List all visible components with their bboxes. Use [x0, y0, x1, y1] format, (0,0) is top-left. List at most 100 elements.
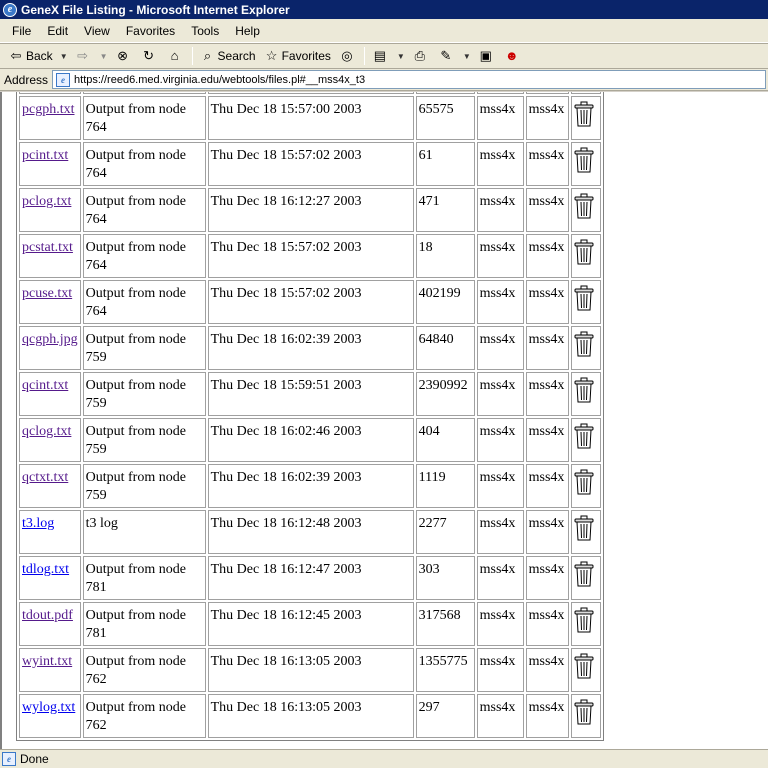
file-group: mss4x — [525, 234, 569, 278]
file-link[interactable]: pcuse.txt — [22, 286, 72, 301]
file-group: mss4x — [525, 464, 569, 508]
menu-edit[interactable]: Edit — [39, 22, 76, 40]
trash-icon[interactable] — [574, 239, 594, 265]
trash-icon[interactable] — [574, 699, 594, 725]
back-button[interactable]: ⇦ Back — [4, 45, 57, 67]
file-owner: mss4x — [476, 648, 524, 692]
menu-tools[interactable]: Tools — [183, 22, 227, 40]
delete-cell — [570, 602, 601, 646]
trash-icon[interactable] — [574, 193, 594, 219]
file-link[interactable]: t3.log — [22, 516, 54, 531]
table-row: 763 — [19, 92, 601, 94]
delete-cell — [570, 188, 601, 232]
trash-icon[interactable] — [574, 607, 594, 633]
back-dropdown-icon[interactable]: ▼ — [60, 52, 68, 61]
trash-icon[interactable] — [574, 331, 594, 357]
menu-favorites[interactable]: Favorites — [118, 22, 183, 40]
file-name-cell: pclog.txt — [19, 188, 81, 232]
file-link[interactable]: wyint.txt — [22, 654, 72, 669]
favorites-button[interactable]: ☆ Favorites — [260, 45, 335, 67]
page-status-icon: e — [2, 752, 16, 766]
file-owner: mss4x — [476, 280, 524, 324]
file-date — [207, 92, 414, 94]
file-link[interactable]: tdout.pdf — [22, 608, 73, 623]
file-link[interactable]: qcint.txt — [22, 378, 68, 393]
history-button[interactable]: ▤ — [368, 45, 394, 67]
media-button[interactable]: ◎ — [335, 45, 361, 67]
file-link[interactable]: qcgph.jpg — [22, 332, 78, 347]
file-name-cell: qctxt.txt — [19, 464, 81, 508]
refresh-button[interactable]: ↻ — [137, 45, 163, 67]
file-link[interactable]: pcint.txt — [22, 148, 68, 163]
page-content[interactable]: 763 pcgph.txt Output from node 764 Thu Dec … — [0, 92, 768, 749]
trash-icon[interactable] — [574, 147, 594, 173]
file-name-cell: wylog.txt — [19, 694, 81, 738]
menu-view[interactable]: View — [76, 22, 118, 40]
file-size: 64840 — [415, 326, 475, 370]
file-description: Output from node 759 — [82, 326, 206, 370]
file-size: 1119 — [415, 464, 475, 508]
address-bar: Address e https://reed6.med.virginia.edu… — [0, 69, 768, 91]
history-dropdown-icon[interactable]: ▼ — [397, 52, 405, 61]
file-group: mss4x — [525, 142, 569, 186]
file-size: 402199 — [415, 280, 475, 324]
file-link[interactable]: wylog.txt — [22, 700, 75, 715]
file-description: Output from node 762 — [82, 694, 206, 738]
file-group: mss4x — [525, 96, 569, 140]
media-icon: ◎ — [341, 48, 353, 63]
trash-icon[interactable] — [574, 561, 594, 587]
table-row: t3.log t3 log Thu Dec 18 16:12:48 2003 2277… — [19, 510, 601, 554]
trash-icon[interactable] — [574, 285, 594, 311]
file-link[interactable]: tdlog.txt — [22, 562, 69, 577]
home-button[interactable]: ⌂ — [163, 45, 189, 67]
file-link[interactable]: pcstat.txt — [22, 240, 73, 255]
file-name-cell: pcstat.txt — [19, 234, 81, 278]
forward-button[interactable]: ⇨ — [71, 45, 97, 67]
file-link[interactable]: pcgph.txt — [22, 102, 75, 117]
table-row: pclog.txt Output from node 764 Thu Dec 18 … — [19, 188, 601, 232]
file-size: 1355775 — [415, 648, 475, 692]
menu-help[interactable]: Help — [227, 22, 268, 40]
search-button[interactable]: ⌕ Search — [196, 45, 260, 67]
print-button[interactable]: ⎙ — [408, 45, 434, 67]
file-date: Thu Dec 18 16:13:05 2003 — [207, 694, 414, 738]
back-arrow-icon: ⇦ — [10, 48, 22, 63]
forward-dropdown-icon[interactable]: ▼ — [100, 52, 108, 61]
trash-icon[interactable] — [574, 101, 594, 127]
delete-cell — [570, 372, 601, 416]
file-group: mss4x — [525, 326, 569, 370]
table-row: qclog.txt Output from node 759 Thu Dec 18 … — [19, 418, 601, 462]
file-group: mss4x — [525, 418, 569, 462]
trash-icon[interactable] — [574, 469, 594, 495]
edit-dropdown-icon[interactable]: ▼ — [463, 52, 471, 61]
file-link[interactable]: pclog.txt — [22, 194, 71, 209]
file-group: mss4x — [525, 188, 569, 232]
print-icon: ⎙ — [414, 48, 426, 63]
file-group: mss4x — [525, 694, 569, 738]
file-size: 303 — [415, 556, 475, 600]
file-link[interactable]: qctxt.txt — [22, 470, 68, 485]
stop-button[interactable]: ⊗ — [111, 45, 137, 67]
menu-file[interactable]: File — [4, 22, 39, 40]
table-row: wyint.txt Output from node 762 Thu Dec 18 … — [19, 648, 601, 692]
file-owner: mss4x — [476, 326, 524, 370]
file-link[interactable]: qclog.txt — [22, 424, 71, 439]
file-date: Thu Dec 18 16:12:45 2003 — [207, 602, 414, 646]
trash-icon[interactable] — [574, 377, 594, 403]
file-description: 763 — [82, 92, 206, 94]
delete-cell — [570, 418, 601, 462]
trash-icon[interactable] — [574, 653, 594, 679]
file-description: Output from node 764 — [82, 280, 206, 324]
standard-toolbar: ⇦ Back ▼ ⇨ ▼ ⊗ ↻ ⌂ ⌕ Search ☆ Favorites … — [0, 43, 768, 69]
table-row: tdlog.txt Output from node 781 Thu Dec 18 … — [19, 556, 601, 600]
messenger-button[interactable]: ☻ — [500, 45, 526, 67]
file-description: t3 log — [82, 510, 206, 554]
trash-icon[interactable] — [574, 423, 594, 449]
file-group: mss4x — [525, 556, 569, 600]
discuss-button[interactable]: ▣ — [474, 45, 500, 67]
address-input[interactable]: e https://reed6.med.virginia.edu/webtool… — [52, 70, 766, 89]
edit-button[interactable]: ✎ — [434, 45, 460, 67]
file-name-cell: tdout.pdf — [19, 602, 81, 646]
trash-icon[interactable] — [574, 515, 594, 541]
file-description: Output from node 764 — [82, 234, 206, 278]
